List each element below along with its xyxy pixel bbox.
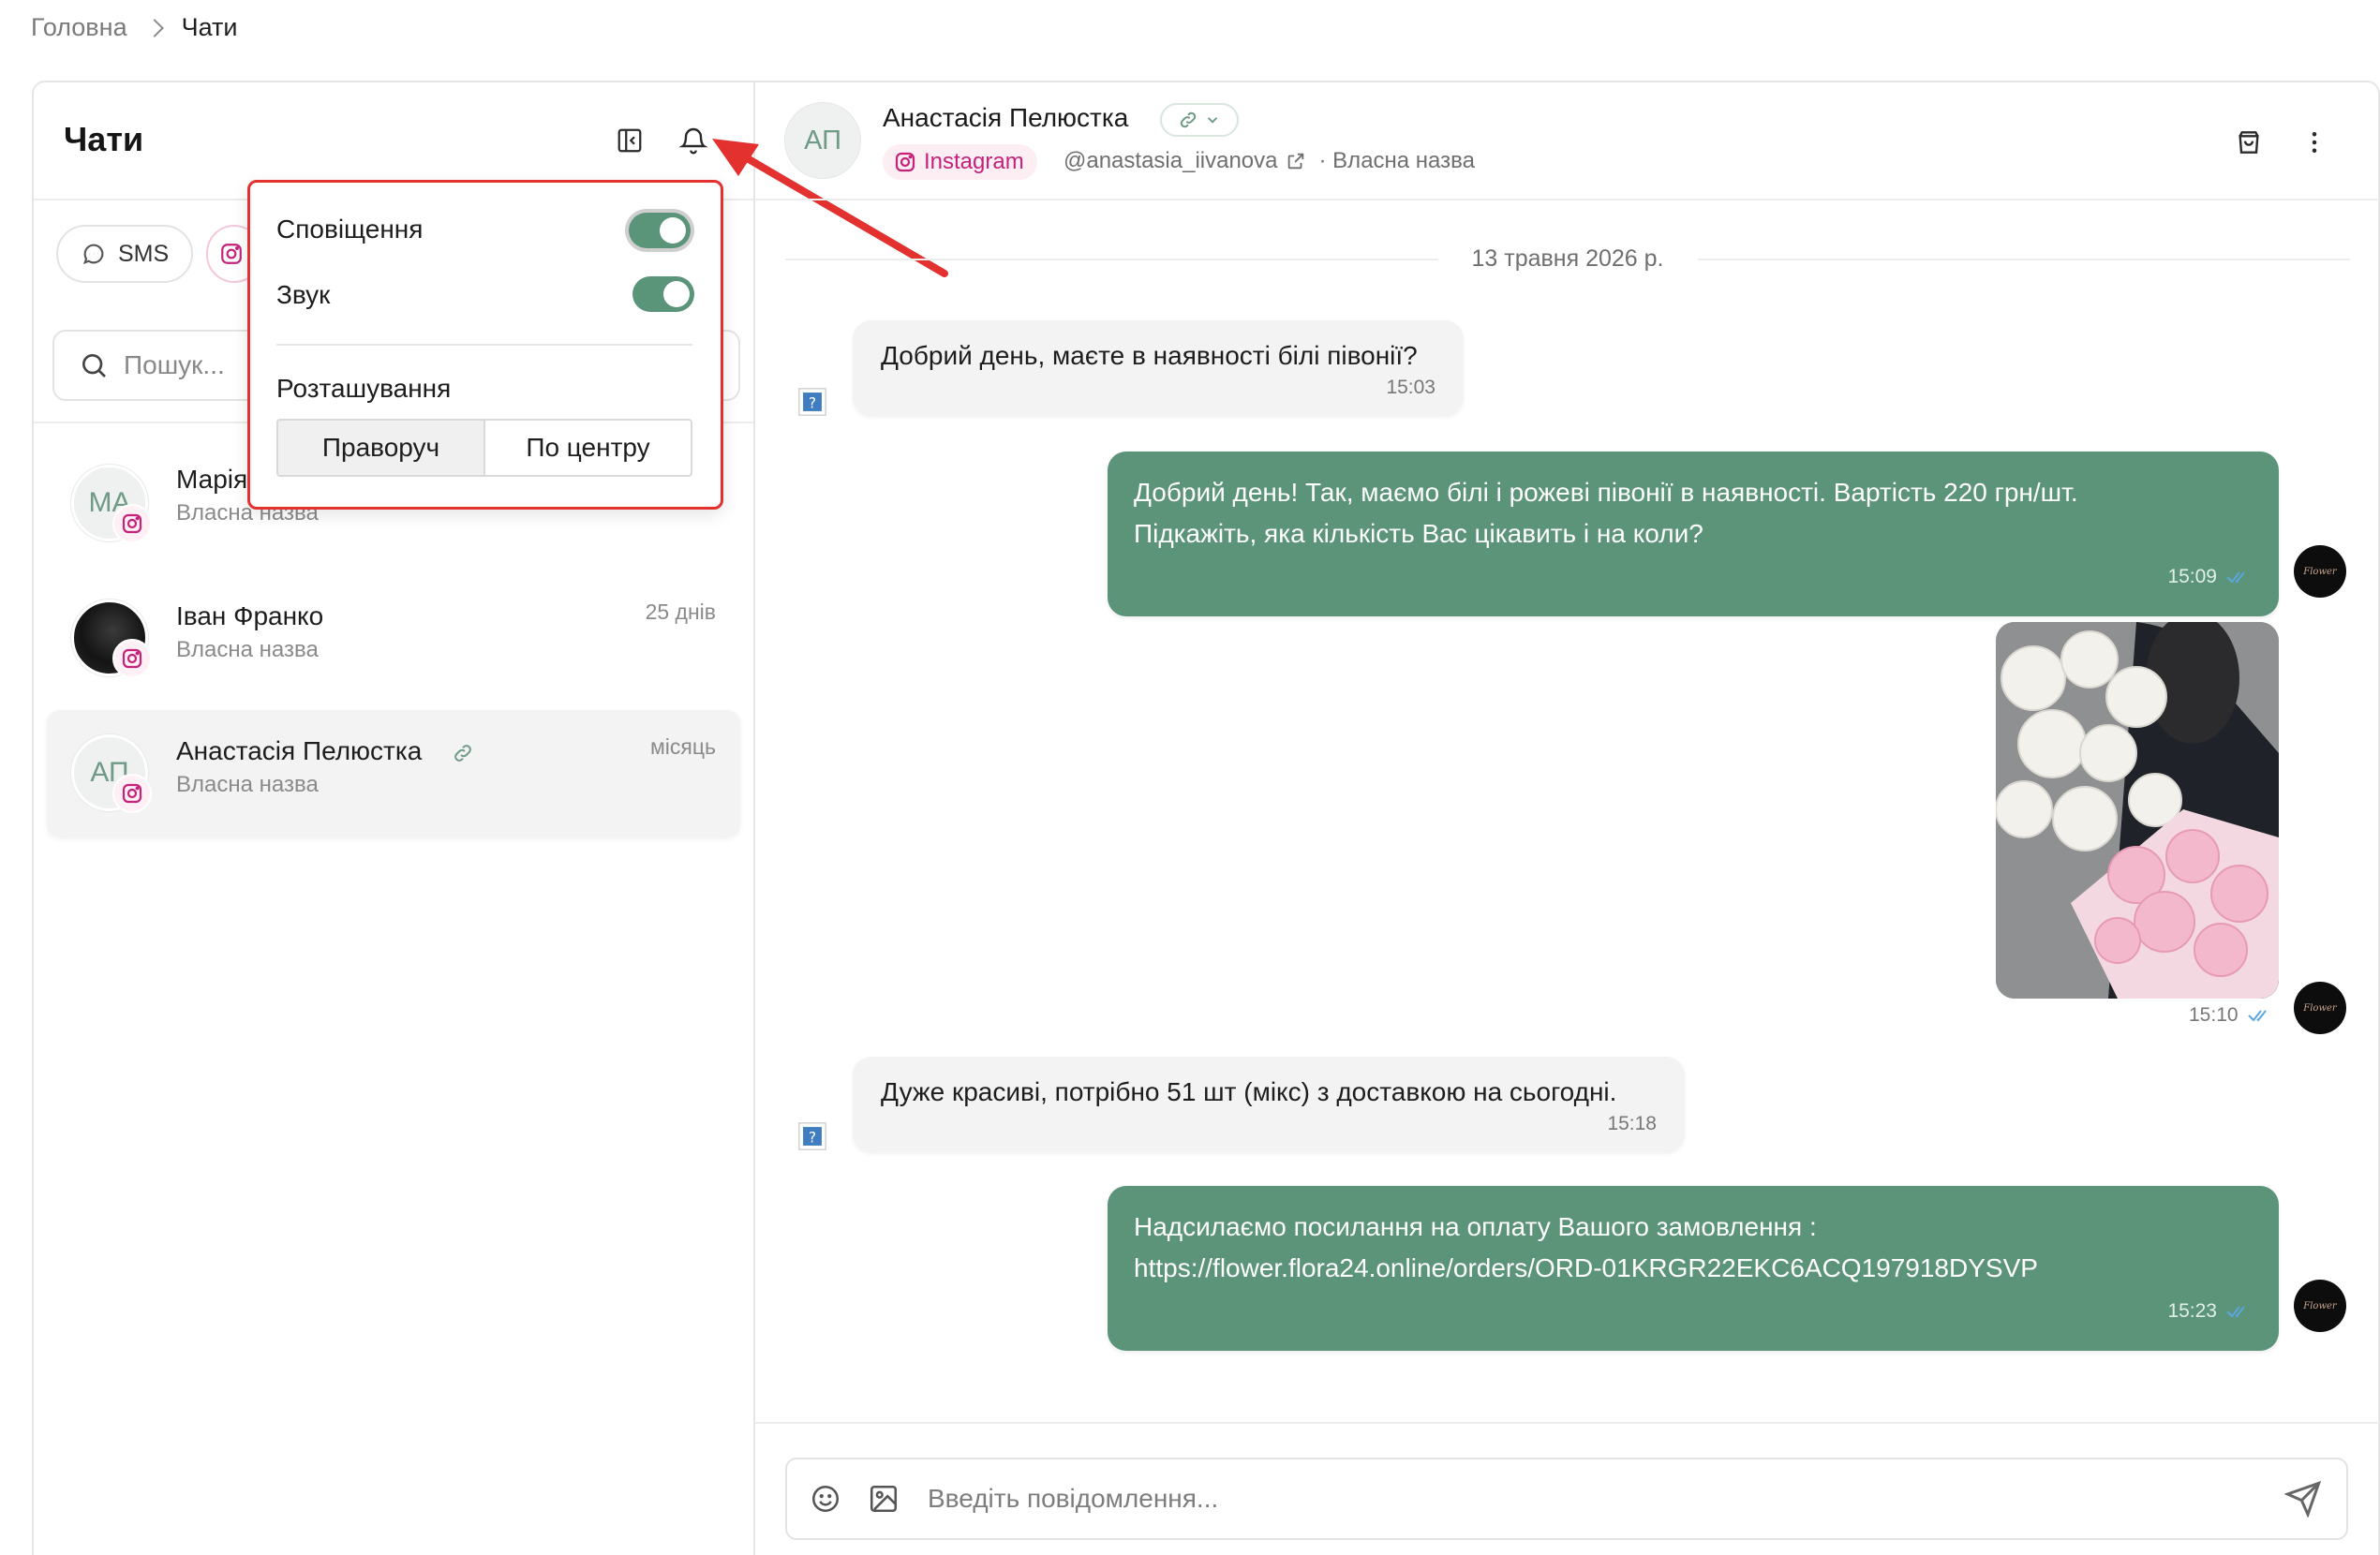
message-outgoing: Надсилаємо посилання на оплату Вашого за… — [1108, 1186, 2279, 1351]
chat-list-item-active[interactable]: АП Анастасія Пелюстка Власна назва місяц… — [47, 710, 740, 837]
conversation-header-divider — [755, 199, 2380, 200]
panel-divider — [753, 81, 755, 1555]
shop-avatar: Flower — [2294, 982, 2346, 1034]
more-vertical-icon — [2312, 132, 2317, 153]
chat-bubble-icon — [82, 244, 104, 265]
chat-time: місяць — [649, 734, 716, 759]
unknown-image-icon: ? — [798, 388, 826, 416]
date-label: 13 травня 2026 р. — [1471, 245, 1664, 272]
contact-avatar: АП — [785, 103, 860, 178]
date-separator: 13 травня 2026 р. — [785, 245, 2350, 273]
message-text: Добрий день, маєте в наявності білі піво… — [881, 341, 1418, 370]
message-line: Підкажіть, яка кількість Вас цікавить і … — [1134, 519, 1703, 548]
unknown-sender-avatar: ? — [793, 382, 832, 422]
message-time: 15:18 — [1607, 1113, 1657, 1134]
message-image[interactable] — [1996, 622, 2279, 999]
message-time: 15:09 — [2167, 566, 2217, 587]
payment-link[interactable]: https://flower.flora24.online/orders/ORD… — [1134, 1248, 2251, 1289]
link-contact-button[interactable] — [1160, 103, 1239, 137]
message-meta: 15:09 — [1134, 556, 2251, 598]
custom-name: · Власна назва — [1318, 148, 1475, 173]
message-outgoing: Добрий день! Так, маємо білі і рожеві пі… — [1108, 452, 2279, 616]
channel-badge-instagram: Instagram — [883, 144, 1037, 180]
notifications-toggle[interactable] — [629, 213, 691, 248]
chat-name: Іван Франко — [176, 601, 324, 630]
position-option-right[interactable]: Праворуч — [278, 421, 485, 475]
message-text: Дуже красиві, потрібно 51 шт (мікс) з до… — [881, 1077, 1617, 1106]
shop-avatar: Flower — [2294, 1280, 2346, 1332]
notification-settings-popup: Сповіщення Звук Розташування Праворуч По… — [247, 180, 723, 510]
send-icon[interactable] — [2284, 1480, 2322, 1518]
instagram-icon — [895, 152, 915, 172]
orders-button[interactable] — [2228, 122, 2269, 163]
chevron-down-icon — [1207, 117, 1218, 124]
instagram-icon — [122, 783, 142, 804]
chats-title: Чати — [64, 120, 144, 158]
svg-text:?: ? — [809, 394, 816, 411]
image-attach-icon[interactable] — [868, 1483, 900, 1515]
handle-link[interactable]: @anastasia_iivanova — [1064, 148, 1278, 174]
composer-divider — [755, 1422, 2380, 1424]
composer-input[interactable]: Введіть повідомлення... — [928, 1484, 1218, 1514]
image-message-meta: 15:10 — [2189, 1004, 2272, 1027]
breadcrumb: Головна Чати — [31, 13, 237, 42]
search-icon — [82, 354, 106, 378]
more-options-button[interactable] — [2294, 122, 2335, 163]
contact-name: Анастасія Пелюстка — [883, 103, 1129, 132]
instagram-badge — [112, 639, 152, 678]
collapse-sidebar-button[interactable] — [609, 120, 650, 161]
message-composer: Введіть повідомлення... — [785, 1458, 2348, 1540]
message-time: 15:23 — [2167, 1300, 2217, 1322]
collapse-sidebar-icon — [617, 128, 642, 153]
popup-divider — [276, 344, 692, 346]
position-segmented-control: Праворуч По центру — [276, 419, 692, 477]
contact-handle: @anastasia_iivanova · Власна назва — [1064, 148, 1475, 174]
link-icon — [454, 745, 471, 762]
message-meta: 15:23 — [1134, 1291, 2251, 1332]
external-link-icon — [1287, 153, 1303, 170]
double-check-icon — [2247, 1010, 2267, 1022]
peonies-photo — [1996, 622, 2279, 999]
instagram-badge — [112, 774, 152, 813]
chip-label-sms: SMS — [118, 240, 170, 267]
double-check-icon — [2226, 571, 2245, 584]
message-time: 15:10 — [2189, 1004, 2239, 1026]
search-placeholder: Пошук... — [124, 350, 225, 379]
shopping-bag-icon — [2239, 131, 2259, 154]
link-icon — [1180, 111, 1197, 128]
double-check-icon — [2226, 1306, 2245, 1318]
instagram-badge — [112, 504, 152, 543]
svg-text:?: ? — [809, 1129, 816, 1146]
position-label: Розташування — [276, 374, 452, 403]
message-line: Надсилаємо посилання на оплату Вашого за… — [1134, 1212, 1817, 1241]
chat-subtitle: Власна назва — [176, 637, 319, 662]
chat-time: 25 днів — [645, 600, 716, 624]
message-incoming: Дуже красиві, потрібно 51 шт (мікс) з до… — [853, 1057, 1685, 1152]
message-line: Добрий день! Так, маємо білі і рожеві пі… — [1134, 478, 2078, 507]
message-incoming: Добрий день, маєте в наявності білі піво… — [853, 320, 1464, 416]
channel-chip-sms[interactable]: SMS — [56, 225, 194, 283]
shop-avatar: Flower — [2294, 545, 2346, 598]
chat-subtitle: Власна назва — [176, 772, 319, 797]
instagram-icon — [122, 513, 142, 534]
unknown-sender-avatar: ? — [793, 1117, 832, 1156]
chat-name: Анастасія Пелюстка — [176, 736, 423, 765]
chevron-right-icon — [144, 18, 164, 37]
message-time: 15:03 — [1386, 377, 1435, 398]
sound-label: Звук — [276, 280, 331, 309]
chat-name: Марія — [176, 465, 248, 494]
chat-list-item[interactable]: Іван Франко Власна назва 25 днів — [47, 579, 740, 706]
position-option-center[interactable]: По центру — [485, 421, 691, 475]
notifications-label: Сповіщення — [276, 215, 424, 244]
channel-label: Instagram — [924, 149, 1024, 174]
sound-toggle[interactable] — [632, 276, 694, 312]
instagram-icon — [122, 648, 142, 669]
unknown-image-icon: ? — [798, 1122, 826, 1150]
instagram-icon — [221, 244, 242, 264]
breadcrumb-current: Чати — [181, 13, 238, 41]
emoji-icon[interactable] — [810, 1483, 841, 1515]
breadcrumb-home[interactable]: Головна — [31, 13, 127, 42]
